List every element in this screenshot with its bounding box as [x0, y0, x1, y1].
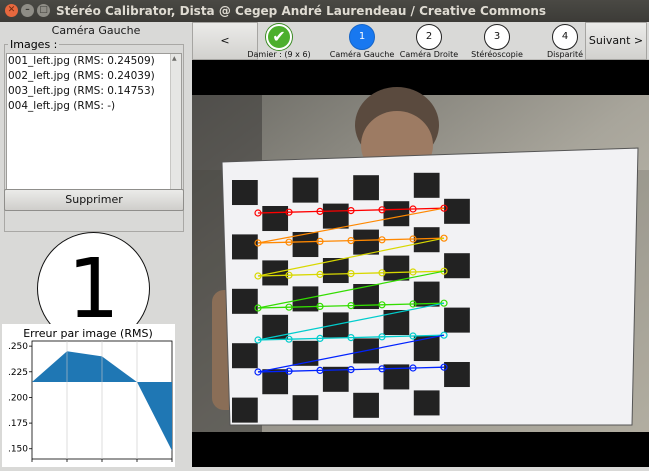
image-list-item[interactable]: 002_left.jpg (RMS: 0.24039)	[7, 69, 181, 84]
step-number: 4	[552, 24, 578, 50]
panel-title: Caméra Gauche	[51, 24, 141, 37]
checker-square	[383, 310, 410, 336]
minimize-icon[interactable]: –	[21, 4, 34, 17]
images-label: Images :	[8, 38, 60, 51]
checker-square	[353, 229, 379, 255]
checker-square	[353, 175, 379, 201]
checker-square	[444, 198, 470, 224]
checkmark-icon: ✔	[266, 24, 292, 50]
camera-feed	[192, 60, 649, 467]
window-title: Stéréo Calibrator, Dista @ Cegep André L…	[56, 4, 547, 18]
checker-square	[232, 397, 258, 423]
window-titlebar: ✕ – □ Stéréo Calibrator, Dista @ Cegep A…	[0, 0, 649, 22]
checker-square	[292, 395, 319, 421]
next-button[interactable]: Suivant >	[585, 22, 647, 60]
checker-square	[353, 392, 379, 418]
checker-square	[322, 203, 349, 229]
checker-square	[262, 369, 289, 395]
y-tick-label: .175	[8, 419, 28, 429]
maximize-icon[interactable]: □	[37, 4, 50, 17]
checker-square	[232, 288, 258, 314]
rms-chart-svg: Erreur par image (RMS) .250 .225 .200 .175 .1…	[8, 327, 173, 462]
y-tick-label: .225	[8, 368, 28, 378]
left-camera-panel: Caméra Gauche Images : 001_left.jpg (RMS…	[0, 22, 192, 467]
step-0[interactable]: ✔ Damier : (9 x 6)	[244, 22, 314, 60]
image-list-item[interactable]: 004_left.jpg (RMS: -)	[7, 99, 181, 114]
image-list-item[interactable]: 003_left.jpg (RMS: 0.14753)	[7, 84, 181, 99]
y-tick-label: .150	[8, 445, 28, 455]
step-bar: < Précédent ✔Damier : (9 x 6)1Caméra Gau…	[192, 22, 649, 83]
checker-square	[444, 307, 470, 333]
step-label: Damier : (9 x 6)	[247, 50, 311, 59]
image-list-item[interactable]: 001_left.jpg (RMS: 0.24509)	[7, 54, 181, 69]
chart-title: Erreur par image (RMS)	[23, 327, 153, 340]
y-tick-label: .250	[8, 342, 28, 352]
close-icon[interactable]: ✕	[5, 4, 18, 17]
y-tick-label: .200	[8, 393, 28, 403]
step-number: 1	[349, 24, 375, 50]
scroll-up-icon[interactable]: ▲	[172, 55, 177, 62]
checker-square	[413, 172, 440, 198]
images-list[interactable]: 001_left.jpg (RMS: 0.24509) 002_left.jpg …	[6, 53, 182, 211]
checker-square	[444, 362, 470, 388]
camera-image	[192, 60, 649, 467]
checker-square	[413, 390, 440, 416]
checker-square	[232, 180, 258, 206]
checker-square	[444, 253, 470, 279]
checker-square	[383, 201, 410, 227]
list-scrollbar[interactable]: ▲ ▼	[170, 54, 181, 210]
checker-square	[262, 206, 289, 232]
checker-square	[292, 177, 319, 203]
delete-button[interactable]: Supprimer	[4, 189, 184, 211]
checker-square	[232, 234, 258, 260]
rms-chart: Erreur par image (RMS) .250 .225 .200 .175 .1…	[2, 324, 175, 467]
checker-square	[232, 343, 258, 369]
checker-square	[383, 255, 410, 281]
checker-square	[413, 336, 440, 362]
step-number: 3	[484, 24, 510, 50]
step-number: 2	[416, 24, 442, 50]
